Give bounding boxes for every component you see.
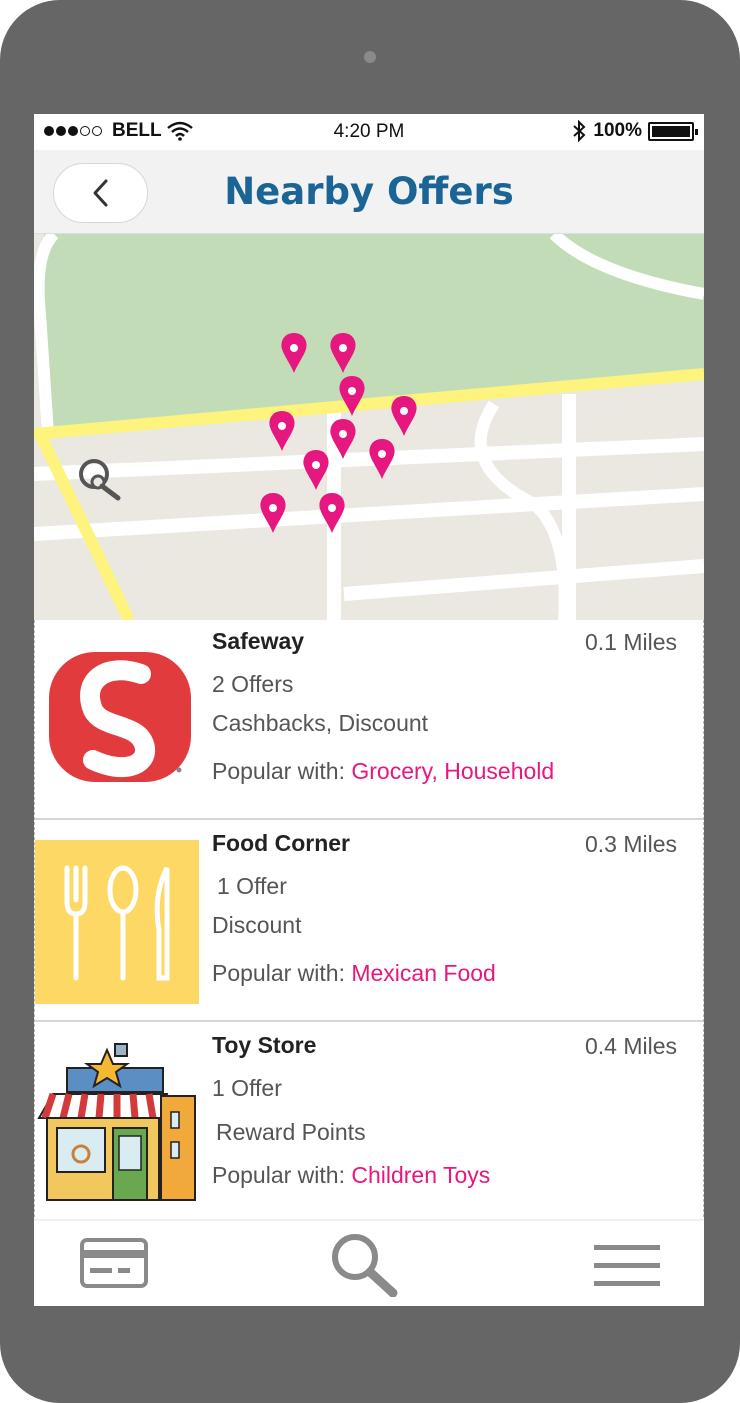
popular-categories[interactable]: Grocery, Household [351,758,554,784]
store-name: Toy Store [212,1032,317,1058]
phone-frame: BELL 4:20 PM 100% Nearby Offers Safeway … [0,0,740,1403]
popular-with: Popular with: Children Toys [212,1162,490,1189]
store-distance: 0.1 Miles [584,629,677,655]
list-item[interactable]: Food Corner 0.3 Miles 1 Offer Discount P… [34,822,704,1022]
map-canvas[interactable] [34,229,704,623]
offer-types: Discount [212,912,302,938]
offer-count: 2 Offers [212,671,294,697]
store-distance: 0.3 Miles [584,831,677,857]
popular-label: Popular with: [212,758,345,784]
battery-icon [648,121,698,141]
list-item[interactable]: Toy Store 0.4 Miles 1 Offer Reward Point… [34,1024,704,1222]
list-item[interactable]: Safeway 0.1 Miles 2 Offers Cashbacks, Di… [34,620,704,820]
popular-categories[interactable]: Mexican Food [351,960,495,986]
offer-types: Reward Points [216,1119,366,1145]
store-name: Safeway [212,628,305,654]
bottom-nav [34,1219,704,1306]
status-bar: BELL 4:20 PM 100% [34,114,704,150]
offer-count: 1 Offer [212,1075,282,1101]
popular-with: Popular with: Mexican Food [212,960,496,987]
map-view[interactable] [34,229,704,623]
credit-card-icon[interactable] [80,1238,148,1288]
safeway-logo [49,652,191,782]
page-title: Nearby Offers [224,170,514,213]
toy-store-illustration [37,1043,196,1201]
offer-types: Cashbacks, Discount [212,710,429,736]
camera-dot [364,51,376,63]
store-name: Food Corner [212,830,350,856]
popular-with: Popular with: Grocery, Household [212,758,554,785]
popular-label: Popular with: [212,960,345,986]
store-distance: 0.4 Miles [584,1033,677,1059]
utensils-logo [35,840,199,1004]
store-list: Safeway 0.1 Miles 2 Offers Cashbacks, Di… [34,620,704,1222]
menu-icon[interactable] [594,1243,660,1289]
battery-percent: 100% [593,120,642,141]
popular-label: Popular with: [212,1162,345,1188]
bluetooth-icon [573,120,586,142]
app-screen: BELL 4:20 PM 100% Nearby Offers Safeway … [34,114,704,1306]
nav-header: Nearby Offers [34,150,704,234]
search-icon[interactable] [329,1231,399,1297]
status-right: 100% [571,120,698,142]
popular-categories[interactable]: Children Toys [351,1162,490,1188]
offer-count: 1 Offer [217,873,287,899]
